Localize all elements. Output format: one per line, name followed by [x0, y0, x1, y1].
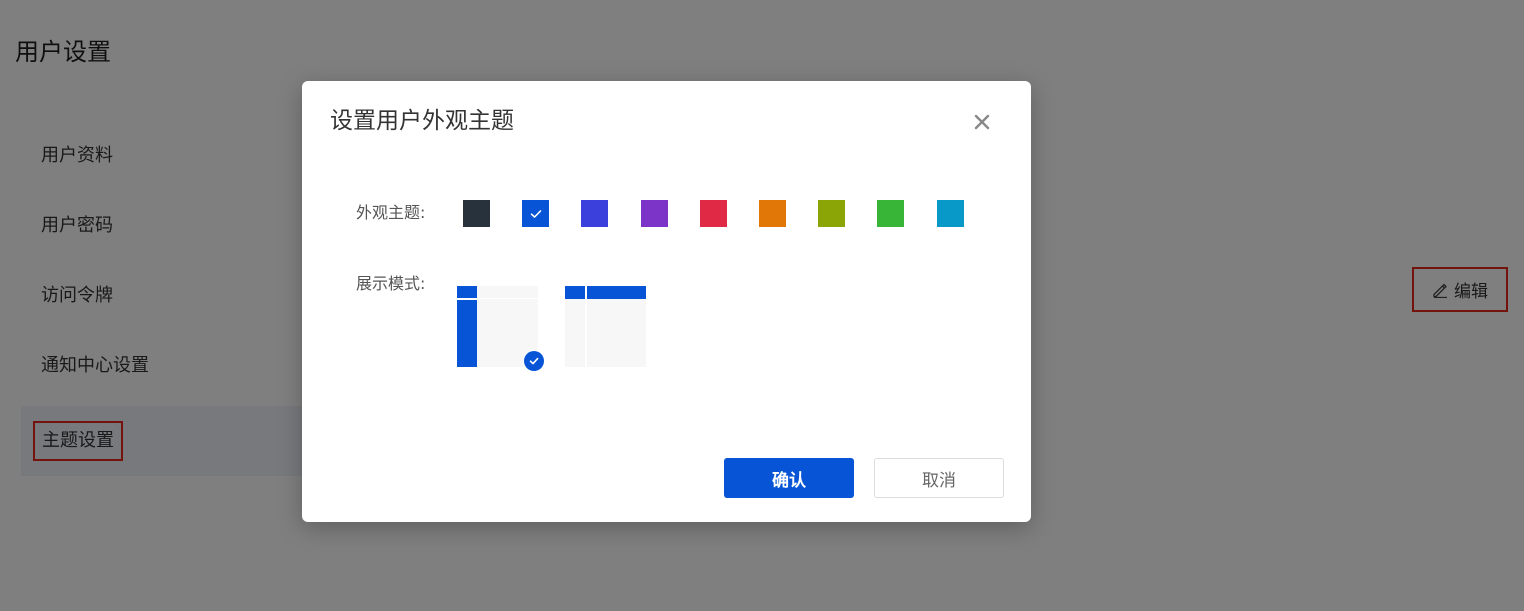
theme-swatch[interactable]	[522, 200, 549, 227]
theme-swatch[interactable]	[937, 200, 964, 227]
theme-swatch[interactable]	[877, 200, 904, 227]
theme-row-label: 外观主题:	[356, 203, 426, 222]
theme-swatch[interactable]	[700, 200, 727, 227]
theme-swatch[interactable]	[463, 200, 490, 227]
theme-swatch[interactable]	[759, 200, 786, 227]
cancel-button[interactable]: 取消	[874, 458, 1004, 498]
layout-row-label: 展示模式:	[356, 274, 426, 293]
layout-selected-check-icon	[524, 351, 544, 371]
layout-option-topbar[interactable]	[565, 286, 646, 367]
dialog-title: 设置用户外观主题	[330, 108, 514, 134]
close-icon[interactable]	[970, 110, 994, 134]
theme-swatch[interactable]	[641, 200, 668, 227]
check-icon	[530, 209, 541, 218]
theme-swatch[interactable]	[818, 200, 845, 227]
confirm-button[interactable]: 确认	[724, 458, 854, 498]
theme-dialog: 设置用户外观主题 外观主题: 展示模式: 确认 取消	[302, 81, 1031, 522]
theme-swatch[interactable]	[581, 200, 608, 227]
